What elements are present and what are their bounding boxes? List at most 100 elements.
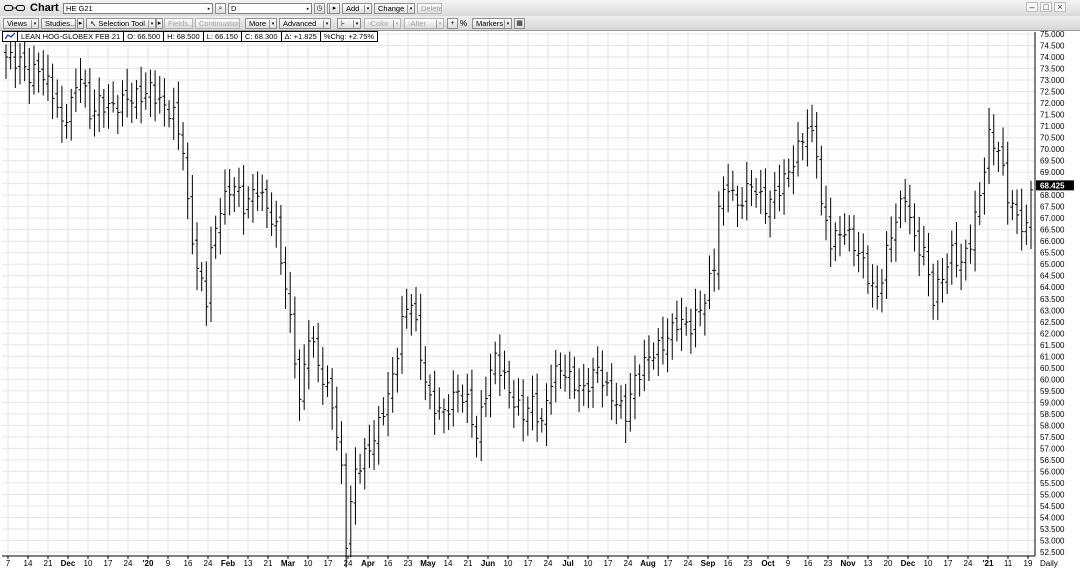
- minimize-icon[interactable]: –: [1026, 2, 1038, 12]
- change-button[interactable]: Change ▾: [374, 3, 415, 14]
- crosshair-icon[interactable]: +: [447, 18, 458, 29]
- y-tick-label: 57.500: [1040, 433, 1065, 442]
- advanced-dropdown-icon[interactable]: ▾: [323, 20, 330, 28]
- percent-toggle[interactable]: %: [460, 19, 467, 28]
- continuation-label: Continuation: [199, 19, 240, 28]
- y-tick-label: 56.500: [1040, 456, 1065, 465]
- alter-button[interactable]: ▫Alter ▾: [404, 18, 444, 29]
- markers-button[interactable]: Markers ▾: [472, 18, 512, 29]
- x-tick-label: 14: [444, 559, 453, 568]
- y-tick-label: 64.500: [1040, 272, 1065, 281]
- legend-low: L: 66.150: [204, 32, 242, 41]
- x-tick-label: Sep: [701, 559, 716, 568]
- delete-label: Delete: [421, 4, 442, 13]
- grid-settings-icon[interactable]: ▦: [514, 18, 525, 29]
- draw-tool-button[interactable]: ⊦ ▾: [337, 18, 361, 29]
- x-tick-label: 16: [384, 559, 393, 568]
- y-tick-label: 67.000: [1040, 214, 1065, 223]
- interval-input[interactable]: D ▸: [228, 3, 312, 14]
- studies-arrow-icon[interactable]: ▸: [77, 18, 84, 29]
- y-tick-label: 67.500: [1040, 203, 1065, 212]
- delete-button[interactable]: Delete: [417, 3, 442, 14]
- add-button[interactable]: Add ▾: [342, 3, 372, 14]
- symbol-input[interactable]: HE G21 ▸: [63, 3, 213, 14]
- x-tick-label: 23: [824, 559, 833, 568]
- x-tick-label: 17: [324, 559, 333, 568]
- x-tick-label: 10: [584, 559, 593, 568]
- color-button[interactable]: ▫Color ▾: [364, 18, 401, 29]
- y-tick-label: 75.000: [1040, 30, 1065, 39]
- chart-toolbar: Views ▾ Studies... ▸ ↖ Selection Tool ▾ …: [0, 16, 1080, 31]
- y-tick-label: 72.000: [1040, 99, 1065, 108]
- add-dropdown-icon[interactable]: ▾: [364, 5, 371, 13]
- legend-chart-icon: [3, 32, 18, 41]
- views-label: Views: [7, 19, 27, 28]
- y-tick-label: 55.500: [1040, 479, 1065, 488]
- y-tick-label: 56.000: [1040, 467, 1065, 476]
- draw-tool-dropdown-icon[interactable]: ▾: [353, 20, 360, 28]
- price-chart[interactable]: 75.000 74.500 74.000 73.500 73.000 72.500 72.0…: [0, 0, 1080, 570]
- clock-icon[interactable]: ◷: [314, 3, 325, 14]
- x-tick-label: Dec: [901, 559, 916, 568]
- x-tick-label: 21: [44, 559, 53, 568]
- tool-arrow-icon[interactable]: ▸: [156, 18, 163, 29]
- symbol-dropdown-icon[interactable]: ▸: [206, 5, 212, 13]
- symbol-value: HE G21: [66, 4, 93, 13]
- legend-pct-change: %Chg: +2.75%: [323, 32, 375, 41]
- selection-tool-button[interactable]: ↖ Selection Tool ▾: [86, 18, 156, 29]
- views-button[interactable]: Views ▾: [3, 18, 39, 29]
- x-tick-label: 10: [924, 559, 933, 568]
- chart-icon: [4, 4, 26, 12]
- x-tick-label: Oct: [761, 559, 775, 568]
- y-tick-label: 58.500: [1040, 410, 1065, 419]
- maximize-icon[interactable]: □: [1040, 2, 1052, 12]
- change-dropdown-icon[interactable]: ▾: [407, 5, 414, 13]
- studies-button[interactable]: Studies...: [41, 18, 76, 29]
- close-icon[interactable]: ×: [1054, 2, 1066, 12]
- x-tick-label: 23: [744, 559, 753, 568]
- continuation-button[interactable]: Continuation: [195, 18, 240, 29]
- x-tick-label: '20: [143, 559, 154, 568]
- views-dropdown-icon[interactable]: ▾: [31, 20, 38, 28]
- x-tick-label: 16: [724, 559, 733, 568]
- studies-label: Studies...: [45, 19, 76, 28]
- y-tick-label: 59.000: [1040, 398, 1065, 407]
- x-tick-label: May: [420, 559, 436, 568]
- color-dropdown-icon[interactable]: ▾: [393, 20, 400, 28]
- x-tick-label: 24: [684, 559, 693, 568]
- x-tick-label: 10: [84, 559, 93, 568]
- x-tick-label: 17: [664, 559, 673, 568]
- interval-value: D: [231, 4, 237, 13]
- plot-area[interactable]: [2, 32, 1035, 556]
- search-icon[interactable]: ⌕: [215, 3, 226, 14]
- x-tick-label: Jul: [562, 559, 574, 568]
- interval-dropdown-icon[interactable]: ▸: [305, 5, 311, 13]
- y-tick-label: 60.000: [1040, 375, 1065, 384]
- fields-button[interactable]: Fields...: [164, 18, 193, 29]
- window-title: Chart: [30, 2, 59, 14]
- advanced-label: Advanced: [283, 19, 317, 28]
- markers-dropdown-icon[interactable]: ▾: [504, 20, 511, 28]
- x-tick-label: 24: [204, 559, 213, 568]
- selection-tool-dropdown-icon[interactable]: ▾: [148, 20, 155, 28]
- x-tick-label: 24: [544, 559, 553, 568]
- x-tick-label: 17: [104, 559, 113, 568]
- x-tick-label: 19: [1024, 559, 1033, 568]
- x-tick-label: 21: [264, 559, 273, 568]
- more-label: More: [249, 19, 267, 28]
- more-button[interactable]: More ▾: [245, 18, 277, 29]
- fields-label: Fields...: [168, 19, 193, 28]
- more-dropdown-icon[interactable]: ▾: [269, 20, 276, 28]
- y-tick-label: 65.000: [1040, 260, 1065, 269]
- forward-icon[interactable]: ▸: [329, 3, 340, 14]
- x-tick-label: 17: [604, 559, 613, 568]
- legend-contract-name: LEAN HOG-GLOBEX FEB 21: [18, 32, 125, 41]
- x-tick-label: 10: [504, 559, 513, 568]
- add-label: Add: [346, 4, 360, 13]
- x-tick-label: Jun: [481, 559, 495, 568]
- alter-dropdown-icon[interactable]: ▾: [436, 20, 443, 28]
- advanced-button[interactable]: Advanced ▾: [279, 18, 331, 29]
- chart-window: 75.000 74.500 74.000 73.500 73.000 72.500 72.0…: [0, 0, 1080, 570]
- x-tick-label: 9: [166, 559, 171, 568]
- y-tick-label: 74.000: [1040, 53, 1065, 62]
